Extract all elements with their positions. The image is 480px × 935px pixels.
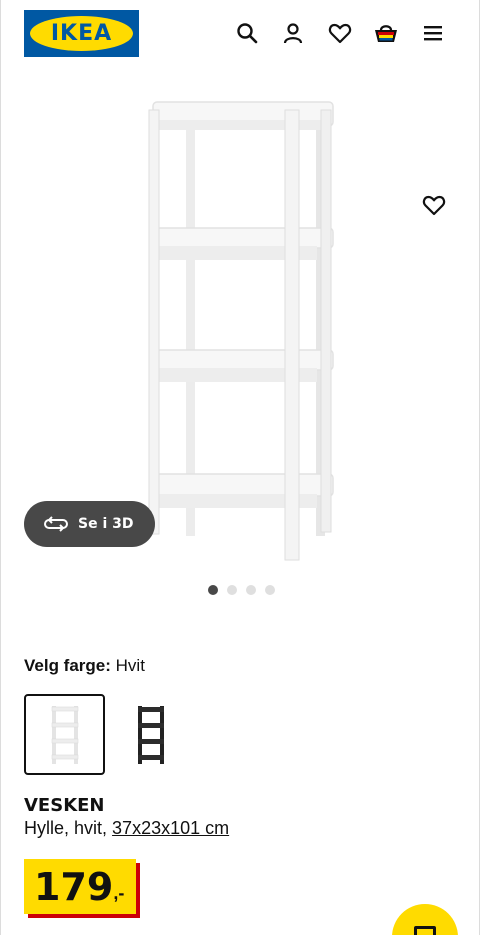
floating-action-button[interactable] (392, 904, 458, 935)
add-to-wishlist-icon[interactable] (419, 190, 449, 220)
shopping-bag-icon[interactable] (373, 20, 399, 46)
color-selected-value: Hvit (115, 656, 145, 675)
product-description: Hylle, hvit, 37x23x101 cm (24, 818, 229, 839)
gallery-dot-4[interactable] (265, 585, 275, 595)
search-icon[interactable] (234, 20, 260, 46)
rotate-3d-icon (44, 516, 68, 532)
account-icon[interactable] (280, 20, 306, 46)
color-selector-label: Velg farge: Hvit (24, 656, 145, 676)
menu-icon[interactable] (420, 20, 446, 46)
logo-text: IKEA (50, 21, 113, 46)
product-name: VESKEN (24, 795, 105, 816)
white-shelf-thumbnail (51, 705, 78, 764)
gallery-dot-2[interactable] (227, 585, 237, 595)
price-tag: 179 ,- (24, 859, 137, 914)
gallery-dot-3[interactable] (246, 585, 256, 595)
favourites-icon[interactable] (327, 20, 353, 46)
chat-icon (414, 926, 436, 935)
color-swatch-black[interactable] (110, 694, 191, 775)
black-shelf-thumbnail (137, 705, 164, 764)
gallery-pagination (208, 585, 275, 595)
price-amount: 179 (34, 865, 114, 909)
product-image-shelf (148, 101, 334, 561)
price-suffix: ,- (113, 883, 125, 903)
product-type-text: Hylle, hvit, (24, 818, 108, 838)
gallery-dot-1[interactable] (208, 585, 218, 595)
color-swatch-white[interactable] (24, 694, 105, 775)
site-header: IKEA (0, 0, 480, 66)
view-in-3d-label: Se i 3D (78, 516, 134, 532)
product-dimensions-link[interactable]: 37x23x101 cm (112, 818, 229, 838)
ikea-logo[interactable]: IKEA (24, 10, 139, 57)
color-label-text: Velg farge: (24, 656, 111, 675)
view-in-3d-button[interactable]: Se i 3D (24, 501, 155, 547)
